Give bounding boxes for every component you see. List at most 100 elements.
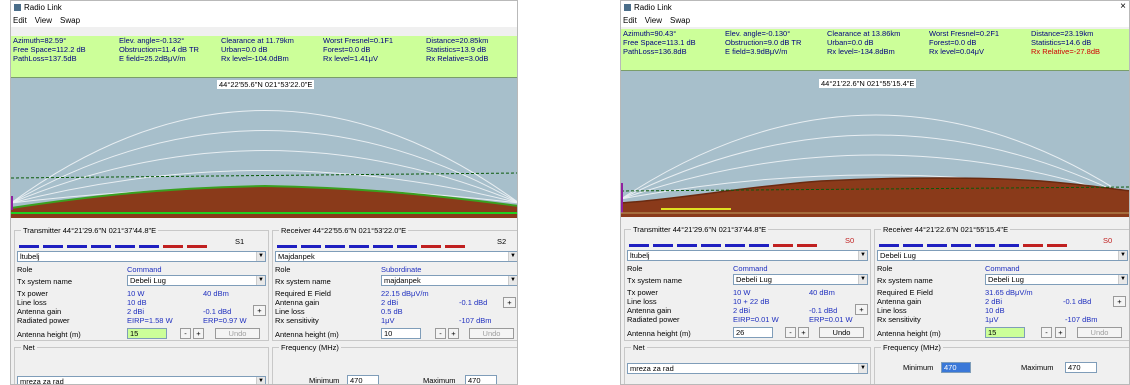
azimuth-value: Azimuth=90.43° xyxy=(623,29,677,38)
rx-unit-select[interactable]: Majdanpek ▼ xyxy=(275,251,517,262)
undo-button[interactable]: Undo xyxy=(215,328,260,339)
azimuth-value: Azimuth=82.59° xyxy=(13,36,67,45)
receiver-title: Receiver 44°21'22.6"N 021°55'15.4"E xyxy=(881,225,1011,234)
app-icon xyxy=(14,3,21,11)
tx-system-select[interactable]: Debeli Lug ▼ xyxy=(127,275,266,286)
antenna-gain-label: Antenna gain xyxy=(627,306,672,315)
tx-system-select[interactable]: Debeli Lug ▼ xyxy=(733,274,868,285)
menu-view[interactable]: View xyxy=(645,16,662,25)
eirp-value: EIRP=0.01 W xyxy=(733,315,779,324)
distance-value: Distance=23.19km xyxy=(1031,29,1094,38)
terrain-profile-plot[interactable]: 44°22'55.6"N 021°53'22.0"E xyxy=(11,78,517,218)
antenna-gain-dbd: -0.1 dBd xyxy=(809,306,838,315)
menu-swap[interactable]: Swap xyxy=(60,16,80,25)
menu-edit[interactable]: Edit xyxy=(623,16,637,25)
menu-view[interactable]: View xyxy=(35,16,52,25)
clearance-value: Clearance at 13.86km xyxy=(827,29,901,38)
menu-swap[interactable]: Swap xyxy=(670,16,690,25)
frequency-max-input[interactable]: 470 xyxy=(465,375,497,384)
rx-level-uv-value: Rx level=1.41μV xyxy=(323,54,378,63)
profile-graphic xyxy=(621,114,1129,217)
receiver-title: Receiver 44°22'55.6"N 021°53'22.0"E xyxy=(279,226,409,235)
role-value: Command xyxy=(733,264,768,273)
tx-power-label: Tx power xyxy=(627,288,658,297)
path-loss-value: PathLoss=136.8dB xyxy=(623,47,687,56)
plot-coordinate-label: 44°21'22.6"N 021°55'15.4"E xyxy=(819,79,917,88)
gain-plus-button[interactable]: + xyxy=(855,304,868,315)
antenna-gain-dbi: 2 dBi xyxy=(381,298,399,307)
path-loss-value: PathLoss=137.5dB xyxy=(13,54,77,63)
height-minus-button[interactable]: - xyxy=(785,327,796,338)
antenna-gain-label: Antenna gain xyxy=(17,307,62,316)
height-plus-button[interactable]: + xyxy=(448,328,459,339)
antenna-height-input[interactable]: 15 xyxy=(985,327,1025,338)
transmitter-group: Transmitter 44°21'29.6"N 021°37'44.8"E S… xyxy=(14,226,269,341)
antenna-gain-dbd: -0.1 dBd xyxy=(1063,297,1092,306)
height-minus-button[interactable]: - xyxy=(435,328,446,339)
transmitter-group: Transmitter 44°21'29.6"N 021°37'44.8"E S… xyxy=(624,225,871,341)
antenna-gain-dbd: -0.1 dBd xyxy=(203,307,232,316)
frequency-max-input[interactable]: 470 xyxy=(1065,362,1097,373)
chevron-down-icon: ▼ xyxy=(256,252,265,261)
height-plus-button[interactable]: + xyxy=(798,327,809,338)
height-plus-button[interactable]: + xyxy=(193,328,204,339)
menu-bar: Edit View Swap xyxy=(11,13,517,27)
gain-plus-button[interactable]: + xyxy=(1113,296,1126,307)
tx-power-dbm: 40 dBm xyxy=(809,288,835,297)
transmitter-title: Transmitter 44°21'29.6"N 021°37'44.8"E xyxy=(631,225,769,234)
line-loss-value: 0.5 dB xyxy=(381,307,403,316)
height-minus-button[interactable]: - xyxy=(1041,327,1052,338)
tx-power-dbm: 40 dBm xyxy=(203,289,229,298)
net-select[interactable]: mreza za rad ▼ xyxy=(17,376,266,384)
line-loss-value: 10 dB xyxy=(127,298,147,307)
rx-system-select[interactable]: majdanpek ▼ xyxy=(381,275,517,286)
terrain-profile-plot[interactable]: 44°21'22.6"N 021°55'15.4"E xyxy=(621,71,1129,217)
height-plus-button[interactable]: + xyxy=(1055,327,1066,338)
rx-sensitivity-label: Rx sensitivity xyxy=(275,316,319,325)
frequency-max-label: Maximum xyxy=(1021,363,1054,372)
antenna-height-input[interactable]: 15 xyxy=(127,328,167,339)
elev-angle-value: Elev. angle=-0.132° xyxy=(119,36,185,45)
app-icon xyxy=(624,3,631,11)
frequency-min-input[interactable]: 470 xyxy=(347,375,379,384)
antenna-height-input[interactable]: 10 xyxy=(381,328,421,339)
obstruction-value: Obstruction=9.0 dB TR xyxy=(725,38,802,47)
tx-unit-select[interactable]: ltubelj ▼ xyxy=(627,250,868,261)
line-loss-label: Line loss xyxy=(877,306,907,315)
net-group: Net mreza za rad ▼ xyxy=(14,343,269,384)
radio-link-window-left: Radio Link Edit View Swap Azimuth=82.59°… xyxy=(10,0,518,385)
chevron-down-icon: ▼ xyxy=(508,252,517,261)
role-label: Role xyxy=(627,264,643,273)
close-icon[interactable]: × xyxy=(1117,2,1129,12)
rx-unit-select[interactable]: Debeli Lug ▼ xyxy=(877,250,1128,261)
tx-unit-select[interactable]: ltubelj ▼ xyxy=(17,251,266,262)
height-minus-button[interactable]: - xyxy=(180,328,191,339)
net-select[interactable]: mreza za rad ▼ xyxy=(627,363,868,374)
gain-plus-button[interactable]: + xyxy=(503,297,516,308)
link-info-panel: Azimuth=82.59° Free Space=112.2 dB PathL… xyxy=(11,36,517,78)
signal-strength-bar xyxy=(277,241,469,248)
rx-sensitivity-dbm: -107 dBm xyxy=(459,316,492,325)
title-bar: Radio Link xyxy=(11,1,517,13)
rx-level-dbm-value: Rx level=-104.0dBm xyxy=(221,54,289,63)
role-value: Command xyxy=(985,264,1020,273)
rx-sensitivity-uv: 1μV xyxy=(985,315,999,324)
undo-button[interactable]: Undo xyxy=(469,328,514,339)
rx-system-select[interactable]: Debeli Lug ▼ xyxy=(985,274,1128,285)
net-label: Net xyxy=(21,343,37,352)
urban-value: Urban=0.0 dB xyxy=(827,38,874,47)
rx-relative-value: Rx Relative=-27.8dB xyxy=(1031,47,1100,56)
undo-button[interactable]: Undo xyxy=(819,327,864,338)
rx-unit-value: Debeli Lug xyxy=(880,251,916,260)
antenna-height-input[interactable]: 26 xyxy=(733,327,773,338)
menu-edit[interactable]: Edit xyxy=(13,16,27,25)
tx-system-label: Tx system name xyxy=(627,276,683,285)
statistics-value: Statistics=13.9 dB xyxy=(426,45,487,54)
chevron-down-icon: ▼ xyxy=(1118,275,1127,284)
undo-button[interactable]: Undo xyxy=(1077,327,1122,338)
line-loss-value: 10 + 22 dB xyxy=(733,297,770,306)
line-loss-label: Line loss xyxy=(17,298,47,307)
frequency-min-input[interactable]: 470 xyxy=(941,362,971,373)
tx-unit-value: ltubelj xyxy=(630,251,650,260)
gain-plus-button[interactable]: + xyxy=(253,305,266,316)
